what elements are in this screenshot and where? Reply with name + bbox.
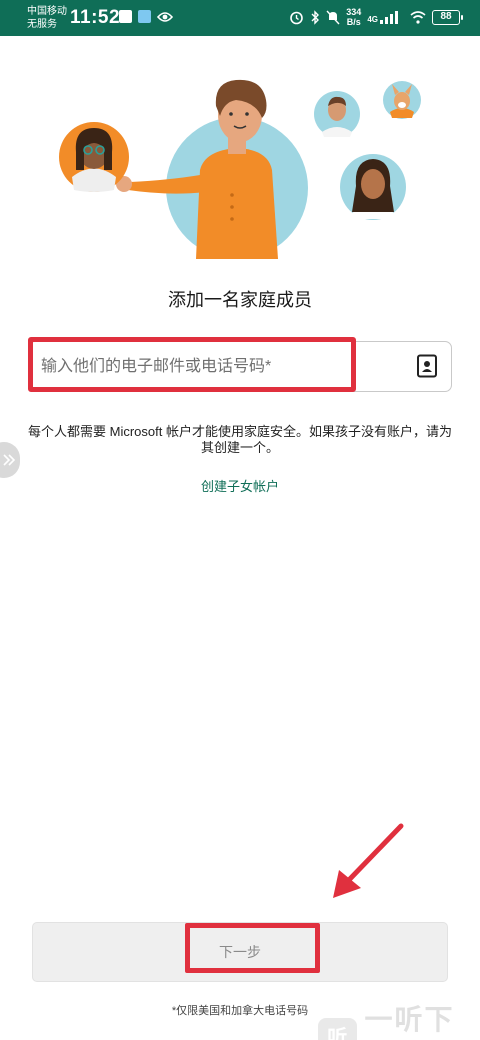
notification-icons xyxy=(119,10,173,23)
carrier-info: 中国移动 无服务 xyxy=(27,5,67,31)
signal-group: 4G xyxy=(367,10,404,24)
mute-icon xyxy=(326,10,340,24)
email-or-phone-field[interactable] xyxy=(28,341,452,392)
info-text-line2: 其创建一个。 xyxy=(200,440,279,455)
net-speed-value: 334 xyxy=(346,7,362,17)
create-child-account-link[interactable]: 创建子女帐户 xyxy=(0,476,480,495)
net-speed: 334 B/s xyxy=(346,7,361,27)
system-icons: 334 B/s 4G 88 xyxy=(289,7,463,27)
avatar-woman-glasses xyxy=(59,122,129,192)
carrier-service: 无服务 xyxy=(27,19,57,30)
bluetooth-icon xyxy=(311,9,320,25)
signal-icon xyxy=(380,11,398,24)
status-bar: 中国移动 无服务 11:52 334 B/s 4G 88 xyxy=(0,0,480,36)
carrier-name: 中国移动 xyxy=(27,6,67,17)
net-speed-unit: B/s xyxy=(346,17,361,27)
avatar-girl xyxy=(340,154,406,220)
alarm-icon xyxy=(290,11,304,24)
avatar-dog xyxy=(383,81,421,119)
family-illustration xyxy=(59,79,421,259)
info-text-line1: 每个人都需要 Microsoft 帐户才能使用家庭安全。如果孩子没有账户，请为 xyxy=(28,424,452,439)
weather-icon xyxy=(138,10,151,23)
wifi-icon xyxy=(410,10,426,24)
message-icon xyxy=(119,10,132,23)
next-button[interactable]: 下一步 xyxy=(32,922,448,982)
annotation-arrow xyxy=(333,823,404,898)
watermark-text: 一听下载 xyxy=(364,1004,455,1035)
status-time: 11:52 xyxy=(70,7,121,28)
battery-indicator: 88 xyxy=(432,9,463,25)
contact-book-icon xyxy=(417,354,437,378)
contact-picker-button[interactable] xyxy=(413,352,441,380)
double-chevron-right-icon xyxy=(3,454,16,466)
signal-label: 4G xyxy=(367,15,378,24)
email-or-phone-input[interactable] xyxy=(41,350,381,384)
watermark-logo: 听 xyxy=(318,1018,357,1040)
info-text: 每个人都需要 Microsoft 帐户才能使用家庭安全。如果孩子没有账户，请为 … xyxy=(16,424,464,456)
page-title: 添加一名家庭成员 xyxy=(168,290,312,310)
avatar-boy xyxy=(314,91,360,137)
eye-icon xyxy=(157,11,173,22)
watermark: 听 一听下载 xyxy=(318,998,480,1040)
